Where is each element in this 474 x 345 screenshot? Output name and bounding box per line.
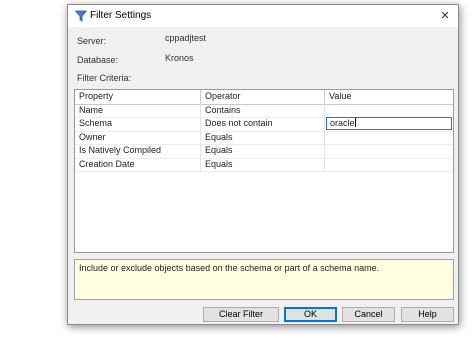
filter-criteria-grid[interactable]: Property Operator Value Name Contains Sc… — [74, 89, 454, 253]
value-cell[interactable] — [325, 144, 453, 158]
column-header-operator[interactable]: Operator — [201, 90, 325, 104]
cancel-button[interactable]: Cancel — [342, 307, 395, 322]
property-cell: Name — [75, 103, 201, 117]
text-caret — [354, 118, 356, 127]
database-value: Kronos — [165, 53, 194, 63]
server-label: Server: — [77, 36, 107, 46]
table-row[interactable]: Creation Date Equals — [75, 157, 453, 172]
operator-cell[interactable]: Equals — [201, 144, 325, 158]
ok-button[interactable]: OK — [284, 307, 337, 322]
filter-funnel-icon — [75, 10, 87, 22]
value-edit-input[interactable]: oracle — [326, 117, 452, 130]
description-panel: Include or exclude objects based on the … — [74, 259, 454, 300]
help-button[interactable]: Help — [401, 307, 454, 322]
dialog-title: Filter Settings — [90, 10, 152, 21]
operator-cell[interactable]: Does not contain — [201, 117, 325, 131]
value-edit-text: oracle — [330, 118, 355, 128]
table-row[interactable]: Name Contains — [75, 103, 453, 118]
close-icon[interactable]: × — [436, 7, 454, 25]
filter-criteria-label: Filter Criteria: — [77, 73, 132, 83]
clear-filter-button[interactable]: Clear Filter — [203, 307, 279, 322]
column-header-value[interactable]: Value — [325, 90, 453, 104]
server-value: cppadjtest — [165, 33, 207, 43]
property-cell: Is Natively Compiled — [75, 144, 201, 158]
property-cell: Schema — [75, 117, 201, 131]
value-cell[interactable] — [325, 131, 453, 145]
database-label: Database: — [77, 55, 119, 65]
filter-settings-dialog: Filter Settings × Server: cppadjtest Dat… — [67, 4, 459, 325]
table-row[interactable]: Owner Equals — [75, 130, 453, 145]
table-row[interactable]: Schema Does not contain oracle — [75, 117, 453, 132]
column-header-property[interactable]: Property — [75, 90, 201, 104]
property-cell: Creation Date — [75, 157, 201, 171]
operator-cell[interactable]: Equals — [201, 130, 325, 144]
value-cell[interactable] — [325, 158, 453, 172]
operator-cell[interactable]: Equals — [201, 157, 325, 171]
value-cell[interactable] — [325, 104, 453, 118]
value-cell-editing[interactable]: oracle — [325, 117, 453, 131]
operator-cell[interactable]: Contains — [201, 103, 325, 117]
title-bar: Filter Settings × — [68, 5, 458, 27]
grid-header-row: Property Operator Value — [75, 90, 453, 105]
table-row[interactable]: Is Natively Compiled Equals — [75, 144, 453, 159]
property-cell: Owner — [75, 130, 201, 144]
